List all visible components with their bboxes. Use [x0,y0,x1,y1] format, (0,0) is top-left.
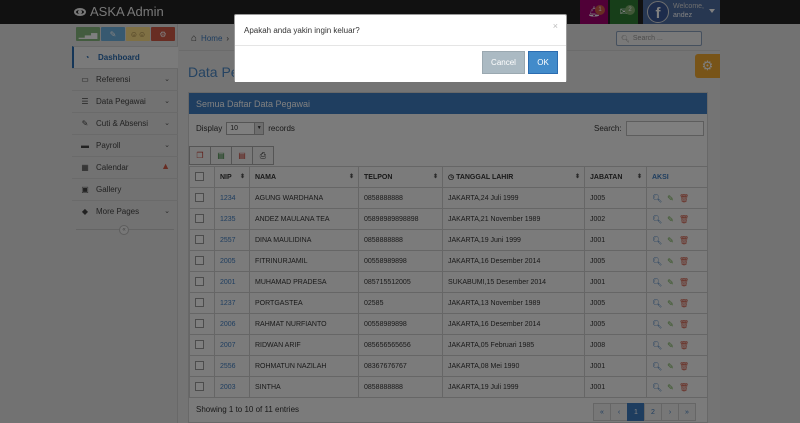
modal-message: Apakah anda yakin ingin keluar? [244,26,360,35]
cancel-button[interactable]: Cancel [482,51,525,74]
modal-footer: Cancel OK [235,46,566,82]
close-icon[interactable]: × [553,21,558,31]
modal-body: Apakah anda yakin ingin keluar? [235,15,566,46]
ok-button[interactable]: OK [528,51,558,74]
logout-confirm-dialog: Apakah anda yakin ingin keluar? × Cancel… [234,14,567,82]
